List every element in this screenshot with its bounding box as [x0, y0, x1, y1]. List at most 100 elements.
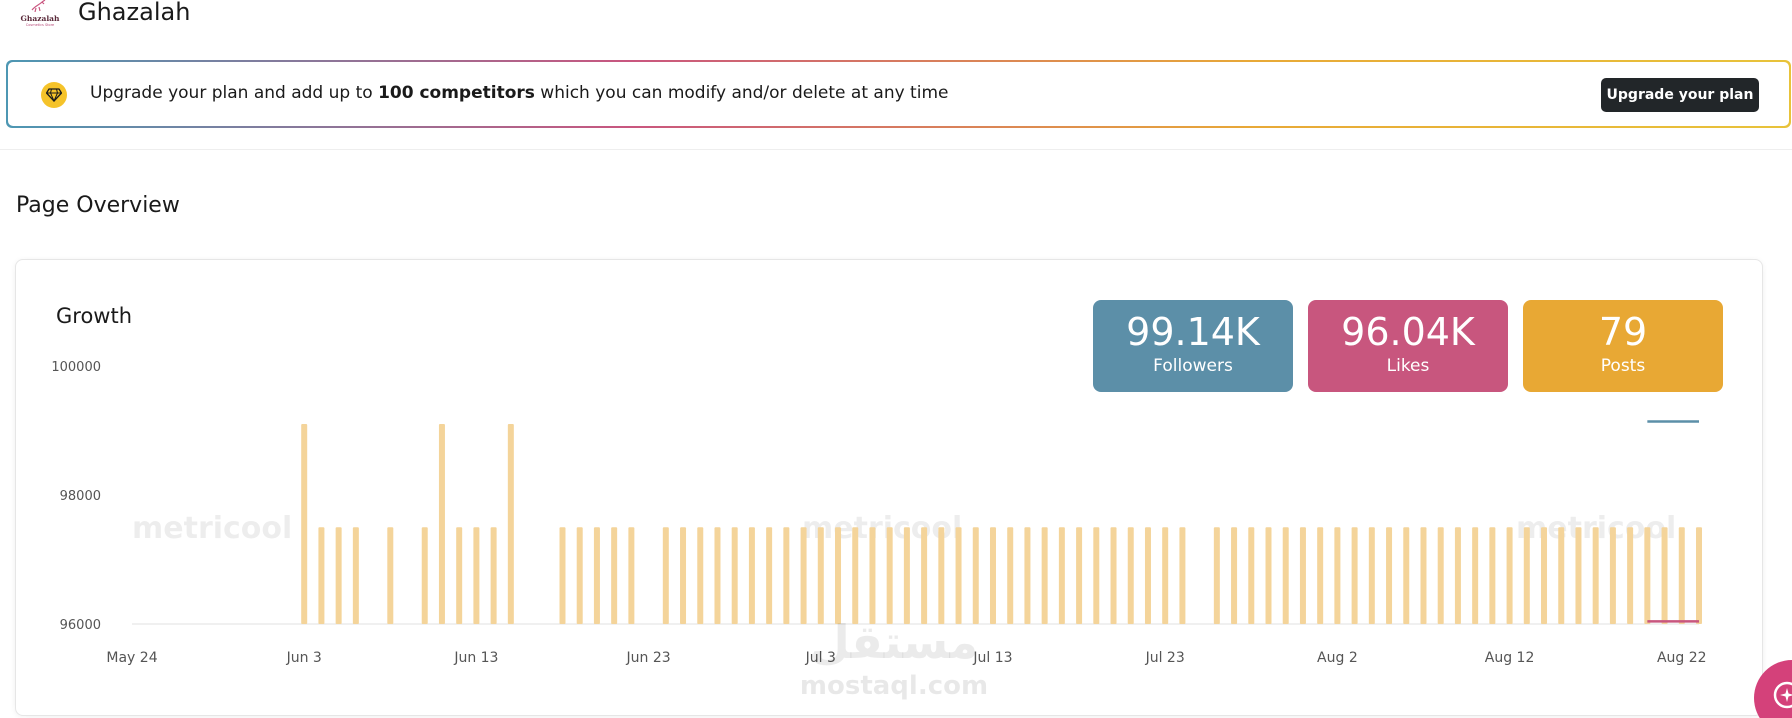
x-tick-label: Aug 2 [1317, 650, 1358, 666]
post-bar[interactable] [1437, 527, 1444, 624]
post-bar[interactable] [387, 527, 394, 624]
post-bar[interactable] [955, 527, 962, 624]
post-bar[interactable] [576, 527, 583, 624]
post-bar[interactable] [559, 527, 566, 624]
logo-subtext: Cosmetics Store [25, 23, 55, 27]
post-bar[interactable] [1368, 527, 1375, 624]
post-bar[interactable] [766, 527, 773, 624]
gazelle-icon [31, 0, 46, 12]
post-bar[interactable] [593, 527, 600, 624]
mostaql-site-watermark: mostaql.com [800, 671, 988, 701]
post-bar[interactable] [1627, 527, 1634, 624]
post-bar[interactable] [1592, 527, 1599, 624]
post-bar[interactable] [1162, 527, 1169, 624]
post-bar[interactable] [1489, 527, 1496, 624]
y-axis: 100000 98000 96000 [51, 360, 101, 633]
metricool-watermark: metricool [132, 511, 292, 546]
post-bar[interactable] [1058, 527, 1065, 624]
post-bar[interactable] [1248, 527, 1255, 624]
post-bar[interactable] [1609, 527, 1616, 624]
post-bar[interactable] [1041, 527, 1048, 624]
post-bars [301, 424, 1702, 624]
post-bar[interactable] [748, 527, 755, 624]
post-bar[interactable] [1076, 527, 1083, 624]
post-bar[interactable] [680, 527, 687, 624]
post-bar[interactable] [697, 527, 704, 624]
post-bar[interactable] [628, 527, 635, 624]
post-bar[interactable] [938, 527, 945, 624]
post-bar[interactable] [421, 527, 428, 624]
post-bar[interactable] [800, 527, 807, 624]
upgrade-plan-button[interactable]: Upgrade your plan [1601, 78, 1759, 112]
post-bar[interactable] [1506, 527, 1513, 624]
post-bar[interactable] [989, 527, 996, 624]
post-bar[interactable] [1334, 527, 1341, 624]
post-bar[interactable] [1299, 527, 1306, 624]
post-bar[interactable] [1454, 527, 1461, 624]
upgrade-message-end: which you can modify and/or delete at an… [534, 83, 949, 103]
post-bar[interactable] [1386, 527, 1393, 624]
metricool-watermark: metricool [802, 511, 962, 546]
post-bar[interactable] [1265, 527, 1272, 624]
post-bar[interactable] [903, 527, 910, 624]
post-bar[interactable] [1144, 527, 1151, 624]
brand-logo[interactable]: Ghazalah Cosmetics Store [18, 0, 60, 28]
x-tick-label: May 24 [106, 650, 157, 666]
post-bar[interactable] [1110, 527, 1117, 624]
post-bar[interactable] [1541, 527, 1548, 624]
post-bar[interactable] [972, 527, 979, 624]
mostaql-watermark: مستقل mostaql.com [800, 615, 988, 701]
post-bar[interactable] [817, 527, 824, 624]
post-bar[interactable] [1007, 527, 1014, 624]
post-bar[interactable] [886, 527, 893, 624]
post-bar[interactable] [1678, 527, 1685, 624]
post-bar[interactable] [456, 527, 463, 624]
post-bar[interactable] [318, 527, 325, 624]
post-bar[interactable] [1127, 527, 1134, 624]
post-bar[interactable] [1523, 527, 1530, 624]
post-bar[interactable] [1696, 527, 1702, 624]
post-bar[interactable] [1403, 527, 1410, 624]
post-bar[interactable] [869, 527, 876, 624]
competitor-limit: 100 competitors [378, 83, 535, 103]
post-bar[interactable] [1213, 527, 1220, 624]
post-bar[interactable] [662, 527, 669, 624]
post-bar[interactable] [1024, 527, 1031, 624]
brand-name: Ghazalah [78, 0, 191, 26]
upgrade-banner: Upgrade your plan and add up to 100 comp… [6, 60, 1791, 128]
post-bar[interactable] [835, 527, 842, 624]
post-bar[interactable] [490, 527, 497, 624]
x-tick-label: Jun 23 [626, 650, 671, 666]
post-bar[interactable] [1575, 527, 1582, 624]
post-bar[interactable] [1231, 527, 1238, 624]
post-bar[interactable] [852, 527, 859, 624]
post-bar[interactable] [301, 424, 308, 624]
post-bar[interactable] [1317, 527, 1324, 624]
post-bar[interactable] [783, 527, 790, 624]
post-bar[interactable] [1282, 527, 1289, 624]
post-bar[interactable] [352, 527, 359, 624]
upgrade-message-start: Upgrade your plan and add up to [90, 83, 379, 103]
post-bar[interactable] [1093, 527, 1100, 624]
post-bar[interactable] [438, 424, 445, 624]
post-bar[interactable] [507, 424, 514, 624]
post-bar[interactable] [1558, 527, 1565, 624]
post-bar[interactable] [335, 527, 342, 624]
post-bar[interactable] [611, 527, 618, 624]
growth-chart: metricool metricool metricool 1000009800… [51, 360, 1706, 701]
post-bar[interactable] [473, 527, 480, 624]
post-bar[interactable] [1351, 527, 1358, 624]
x-tick-label: Jul 13 [972, 650, 1012, 666]
post-bar[interactable] [1472, 527, 1479, 624]
app-header: Ghazalah Cosmetics Store Ghazalah [0, 0, 1792, 60]
upgrade-message: Upgrade your plan and add up to 100 comp… [90, 83, 948, 103]
post-bar[interactable] [1644, 527, 1651, 624]
post-bar[interactable] [1661, 527, 1668, 624]
y-tick-label: 100000 [51, 360, 101, 375]
post-bar[interactable] [1420, 527, 1427, 624]
sparkle-icon [1773, 681, 1792, 709]
post-bar[interactable] [1179, 527, 1186, 624]
post-bar[interactable] [921, 527, 928, 624]
post-bar[interactable] [714, 527, 721, 624]
post-bar[interactable] [731, 527, 738, 624]
